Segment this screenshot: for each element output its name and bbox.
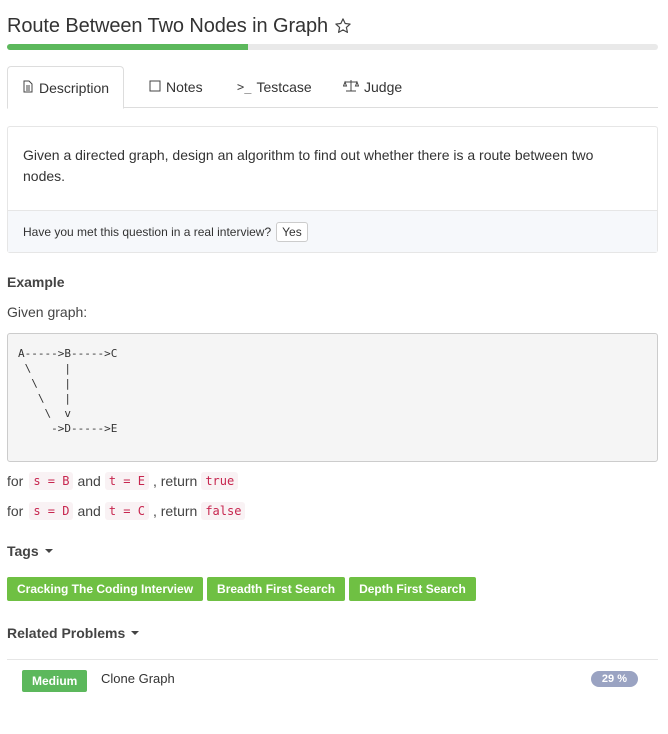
acceptance-rate-badge: 29 % <box>590 671 638 687</box>
tag-list: Cracking The Coding Interview Breadth Fi… <box>7 577 476 601</box>
star-icon[interactable] <box>334 17 352 35</box>
title-row: Route Between Two Nodes in Graph <box>7 12 352 40</box>
tab-description[interactable]: Description <box>7 66 125 109</box>
given-graph-label: Given graph: <box>7 304 88 320</box>
result-code: true <box>201 472 239 490</box>
for-text: for <box>7 473 24 489</box>
tab-testcase[interactable]: >_ Testcase <box>223 66 326 108</box>
source-code: s = B <box>29 472 74 490</box>
related-problem-row[interactable]: Medium Clone Graph 29 % <box>7 660 658 702</box>
caret-down-icon <box>44 549 53 553</box>
description-panel: Given a directed graph, design an algori… <box>7 126 658 253</box>
tab-notes[interactable]: Notes <box>135 66 217 108</box>
note-icon <box>149 80 161 95</box>
related-problem-title[interactable]: Clone Graph <box>101 671 175 686</box>
and-text: and <box>77 473 101 489</box>
description-text: Given a directed graph, design an algori… <box>23 147 594 184</box>
return-text: , return <box>152 503 198 519</box>
progress-fill <box>7 44 248 50</box>
return-text: , return <box>152 473 198 489</box>
example-case-2: for s = D and t = C , return false <box>7 502 249 520</box>
tab-label: Notes <box>166 79 203 95</box>
related-problems-heading: Related Problems <box>7 625 126 641</box>
terminal-icon: >_ <box>237 80 252 94</box>
tab-label: Description <box>39 79 110 96</box>
yes-button[interactable]: Yes <box>276 221 308 242</box>
graph-ascii: A----->B----->C \ | \ | \ | \ v ->D-----… <box>18 347 118 435</box>
example-heading: Example <box>7 274 65 290</box>
document-icon <box>22 80 34 96</box>
result-code: false <box>201 502 246 520</box>
tag-depth-first-search[interactable]: Depth First Search <box>349 577 476 601</box>
tab-bar: Description Notes >_ Testcase Judge <box>7 66 658 109</box>
example-case-1: for s = B and t = E , return true <box>7 472 242 490</box>
tags-heading: Tags <box>7 543 39 559</box>
progress-bar <box>7 44 658 50</box>
related-problems-toggle[interactable]: Related Problems <box>7 625 140 641</box>
target-code: t = E <box>104 472 149 490</box>
caret-down-icon <box>131 631 140 635</box>
tags-toggle[interactable]: Tags <box>7 543 53 559</box>
tag-cracking-the-coding-interview[interactable]: Cracking The Coding Interview <box>7 577 204 601</box>
page-title: Route Between Two Nodes in Graph <box>7 14 329 37</box>
interview-question-bar: Have you met this question in a real int… <box>8 210 657 252</box>
tag-breadth-first-search[interactable]: Breadth First Search <box>207 577 346 601</box>
graph-code-block: A----->B----->C \ | \ | \ | \ v ->D-----… <box>7 333 658 462</box>
and-text: and <box>77 503 101 519</box>
difficulty-badge: Medium <box>22 670 88 692</box>
tab-label: Judge <box>364 79 403 95</box>
tab-judge[interactable]: Judge <box>329 66 416 108</box>
tab-label: Testcase <box>256 79 312 95</box>
target-code: t = C <box>104 502 149 520</box>
for-text: for <box>7 503 24 519</box>
interview-question-text: Have you met this question in a real int… <box>23 224 272 239</box>
balance-scale-icon <box>342 79 360 95</box>
source-code: s = D <box>29 502 74 520</box>
